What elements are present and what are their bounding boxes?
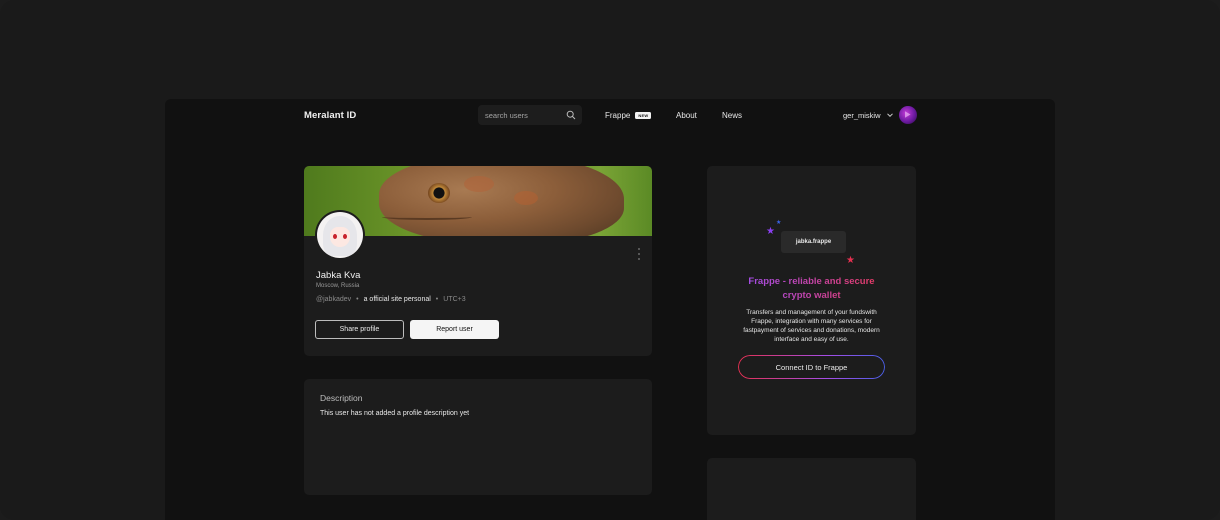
search-icon[interactable] [566,110,576,120]
separator-dot: • [356,296,359,303]
profile-card: Jabka Kva Moscow, Russia @jabkadev • a o… [304,166,652,356]
wallet-address-chip: jabka.frappe [781,231,846,253]
connect-frappe-label: Connect ID to Frappe [775,362,848,372]
profile-display-name: Jabka Kva [316,270,361,281]
promo-title: Frappe - reliable and secure crypto wall… [707,275,916,303]
star-icon: ★ [846,255,855,266]
chevron-down-icon [886,113,893,118]
user-avatar[interactable] [898,106,917,124]
profile-handle: @jabkadev [316,296,352,303]
profile-location: Moscow, Russia [316,283,360,289]
search-box[interactable] [478,105,582,125]
user-menu[interactable]: ger_miskiw [843,106,917,124]
nav-link-frappe[interactable]: Frappe NEW [605,111,652,120]
promo-title-line2: crypto wallet [782,290,841,301]
user-name: ger_miskiw [843,110,881,120]
more-options-icon[interactable] [638,248,641,260]
star-icon: ★ [776,220,782,226]
profile-timezone: UTC+3 [443,296,466,303]
separator-dot: • [435,296,439,303]
nav-link-about[interactable]: About [676,111,697,120]
nav-link-news[interactable]: News [722,111,742,120]
search-input[interactable] [485,110,565,120]
profile-avatar [315,210,365,260]
description-card: Description This user has not added a pr… [304,379,652,495]
secondary-card [707,458,916,520]
description-title: Description [320,393,363,403]
promo-title-line1: Frappe - reliable and secure [748,276,875,287]
new-badge: NEW [635,112,652,119]
outer-frame: Meralant ID Frappe NEW About News ger_mi… [0,0,1220,520]
brand-logo[interactable]: Meralant ID [304,110,356,121]
connect-frappe-button[interactable]: Connect ID to Frappe [738,355,885,379]
share-profile-button[interactable]: Share profile [315,320,404,339]
promo-description: Transfers and management of your fundswi… [743,309,880,343]
nav-link-frappe-label: Frappe [605,111,631,120]
star-icon: ★ [766,226,775,237]
app-window: Meralant ID Frappe NEW About News ger_mi… [165,99,1055,520]
report-user-button[interactable]: Report user [410,320,499,339]
profile-meta: @jabkadev • a official site personal • U… [316,296,466,303]
profile-site-link[interactable]: a official site personal [364,296,431,303]
frappe-promo-card: ★ ★ jabka.frappe ★ Frappe - reliable and… [707,166,916,435]
description-text: This user has not added a profile descri… [320,410,470,417]
